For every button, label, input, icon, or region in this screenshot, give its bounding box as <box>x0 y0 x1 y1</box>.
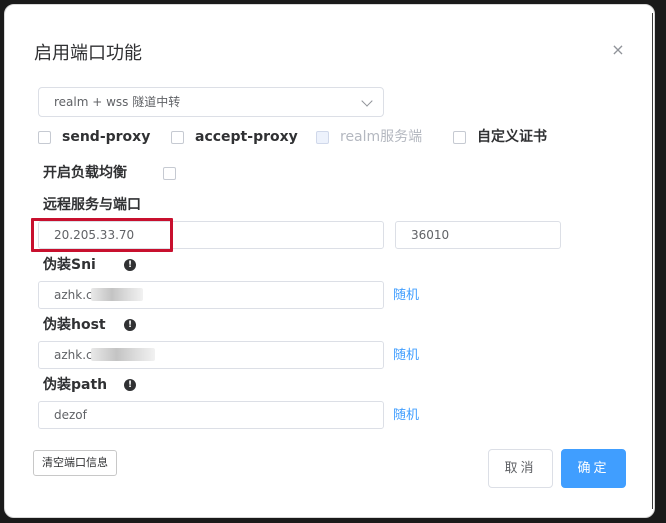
custom-cert-label[interactable]: 自定义证书 <box>477 128 547 146</box>
load-balance-label: 开启负载均衡 <box>43 165 127 181</box>
redaction-blur <box>91 348 155 361</box>
info-icon[interactable]: ! <box>124 319 136 331</box>
dialog-title: 启用端口功能 <box>34 43 142 64</box>
tunnel-mode-select[interactable]: realm + wss 隧道中转 <box>38 87 384 117</box>
tunnel-mode-value: realm + wss 隧道中转 <box>54 95 181 109</box>
realm-server-checkbox <box>316 131 329 144</box>
highlight-box <box>31 218 173 252</box>
cancel-button[interactable]: 取消 <box>488 449 553 488</box>
load-balance-checkbox[interactable] <box>163 167 176 180</box>
accept-proxy-label[interactable]: accept-proxy <box>195 128 298 146</box>
fake-sni-random-link[interactable]: 随机 <box>393 288 419 304</box>
info-icon[interactable]: ! <box>124 259 136 271</box>
chevron-down-icon <box>361 95 373 107</box>
remote-port-input[interactable]: 36010 <box>395 221 561 249</box>
remote-port-value: 36010 <box>411 228 450 242</box>
redaction-blur <box>91 288 143 301</box>
info-icon[interactable]: ! <box>124 379 136 391</box>
fake-host-value: azhk.c <box>54 348 93 362</box>
send-proxy-label[interactable]: send-proxy <box>62 128 150 146</box>
fake-path-label: 伪装path <box>43 377 108 393</box>
enable-port-dialog: 启用端口功能 × realm + wss 隧道中转 send-proxy acc… <box>4 4 655 518</box>
accept-proxy-checkbox[interactable] <box>171 131 184 144</box>
fake-host-input[interactable]: azhk.c <box>38 341 384 369</box>
confirm-button[interactable]: 确定 <box>561 449 626 488</box>
scrollbar[interactable] <box>652 13 653 509</box>
send-proxy-checkbox[interactable] <box>38 131 51 144</box>
fake-sni-label: 伪装Sni <box>43 257 96 273</box>
clear-port-info-button[interactable]: 清空端口信息 <box>33 450 117 476</box>
realm-server-label: realm服务端 <box>340 129 423 145</box>
fake-sni-value: azhk.c <box>54 288 93 302</box>
fake-host-random-link[interactable]: 随机 <box>393 348 419 364</box>
fake-path-input[interactable]: dezof <box>38 401 384 429</box>
fake-path-random-link[interactable]: 随机 <box>393 408 419 424</box>
fake-host-label: 伪装host <box>43 317 106 333</box>
remote-service-label: 远程服务与端口 <box>43 197 141 213</box>
custom-cert-checkbox[interactable] <box>453 131 466 144</box>
fake-path-value: dezof <box>54 408 87 422</box>
fake-sni-input[interactable]: azhk.c <box>38 281 384 309</box>
close-icon[interactable]: × <box>609 41 627 59</box>
